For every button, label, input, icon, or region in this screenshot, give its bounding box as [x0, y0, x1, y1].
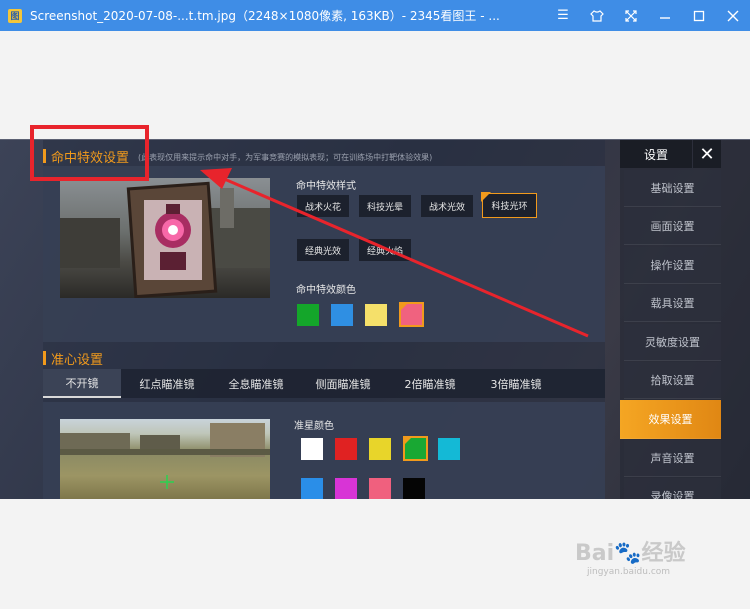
crosshair-color-swatch[interactable] — [369, 478, 391, 499]
watermark-url: jingyan.baidu.com — [587, 567, 671, 577]
hit-color-label: 命中特效颜色 — [296, 285, 356, 296]
hit-style-option[interactable]: 经典火焰 — [359, 239, 411, 261]
crosshair-color-swatch[interactable] — [335, 438, 357, 460]
sidebar-item-basic[interactable]: 基础设置 — [624, 170, 721, 207]
selected-check-icon — [403, 436, 413, 446]
crosshair-color-label: 准星颜色 — [294, 421, 334, 432]
crosshair-color-swatch[interactable] — [438, 438, 460, 460]
hit-style-option-label: 科技光环 — [491, 202, 528, 212]
sidebar-item-controls[interactable]: 操作设置 — [624, 247, 721, 284]
close-icon[interactable] — [716, 0, 750, 31]
hit-style-option[interactable]: 战术火花 — [297, 195, 349, 217]
tab-side-scope[interactable]: 侧面瞄准镜 — [299, 369, 387, 398]
sidebar-item-graphics[interactable]: 画面设置 — [624, 208, 721, 245]
tab-no-scope[interactable]: 不开镜 — [43, 369, 121, 398]
hit-style-label: 命中特效样式 — [296, 181, 356, 192]
sidebar-item-sensitivity[interactable]: 灵敏度设置 — [624, 324, 721, 361]
hit-effect-preview — [60, 178, 270, 298]
sidebar-item-effects[interactable]: 效果设置 — [620, 400, 721, 439]
sidebar-item-pickup[interactable]: 拾取设置 — [624, 362, 721, 399]
title-bar: 图 Screenshot_2020-07-08-...t.tm.jpg（2248… — [0, 0, 750, 31]
menu-icon[interactable]: ☰ — [546, 0, 580, 31]
skin-icon[interactable] — [580, 0, 614, 31]
crosshair-title: 准心设置 — [51, 353, 104, 368]
hit-style-option[interactable]: 战术光效 — [421, 195, 473, 217]
tab-3x-scope[interactable]: 3倍瞄准镜 — [473, 369, 559, 398]
crosshair-color-swatch[interactable] — [335, 478, 357, 499]
watermark-logo: Bai🐾经验 — [575, 541, 686, 566]
close-button[interactable]: ✕ — [693, 140, 721, 168]
hit-color-swatch[interactable] — [365, 304, 387, 326]
hit-style-option[interactable]: 经典光效 — [297, 239, 349, 261]
crosshair-color-swatch-selected[interactable] — [403, 436, 428, 461]
window-title: Screenshot_2020-07-08-...t.tm.jpg（2248×1… — [30, 9, 500, 23]
crosshair-color-swatch[interactable] — [301, 438, 323, 460]
selected-check-icon — [481, 192, 491, 202]
hit-style-option-selected[interactable]: 科技光环 — [481, 192, 537, 218]
tab-holographic[interactable]: 全息瞄准镜 — [213, 369, 299, 398]
minimize-icon[interactable] — [648, 0, 682, 31]
hit-style-option[interactable]: 科技光晕 — [359, 195, 411, 217]
annotation-highlight-box — [30, 125, 149, 181]
fullscreen-icon[interactable] — [614, 0, 648, 31]
hit-effect-note: (此表现仅用来提示命中对手，为军事竞赛的模拟表现；可在训练场中打靶体验效果) — [138, 153, 433, 162]
sidebar-item-replay[interactable]: 录像设置 — [624, 478, 721, 499]
sidebar-header: 设置 — [620, 140, 692, 168]
section-marker — [43, 351, 46, 365]
app-icon: 图 — [8, 8, 22, 23]
hit-color-swatch[interactable] — [331, 304, 353, 326]
scope-tabs: 不开镜 红点瞄准镜 全息瞄准镜 侧面瞄准镜 2倍瞄准镜 3倍瞄准镜 — [43, 369, 605, 398]
tab-red-dot[interactable]: 红点瞄准镜 — [121, 369, 213, 398]
crosshair-preview — [60, 419, 270, 499]
selected-check-icon — [399, 302, 409, 312]
maximize-icon[interactable] — [682, 0, 716, 31]
sidebar-item-sound[interactable]: 声音设置 — [624, 440, 721, 477]
baidu-watermark: Bai🐾经验 jingyan.baidu.com — [575, 535, 686, 577]
hit-color-swatch[interactable] — [297, 304, 319, 326]
sidebar-item-vehicle[interactable]: 载具设置 — [624, 285, 721, 322]
crosshair-color-swatch[interactable] — [369, 438, 391, 460]
tab-2x-scope[interactable]: 2倍瞄准镜 — [387, 369, 473, 398]
hit-color-swatch-selected[interactable] — [399, 302, 424, 327]
settings-sidebar: 设置 ✕ 基础设置 画面设置 操作设置 载具设置 灵敏度设置 拾取设置 效果设置… — [620, 140, 750, 499]
game-screenshot: 命中特效设置 (此表现仅用来提示命中对手，为军事竞赛的模拟表现；可在训练场中打靶… — [0, 139, 750, 499]
crosshair-color-swatch[interactable] — [301, 478, 323, 499]
crosshair-color-swatch[interactable] — [403, 478, 425, 499]
